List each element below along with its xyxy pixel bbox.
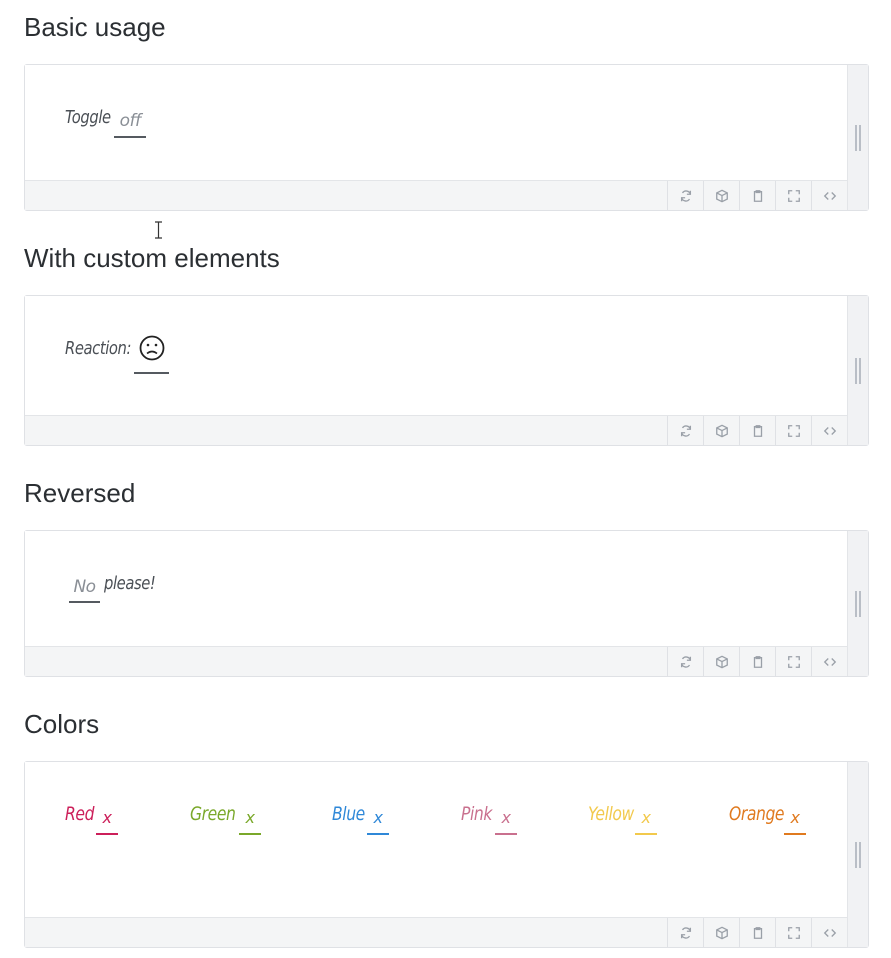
refresh-icon bbox=[680, 926, 691, 939]
refresh-icon bbox=[680, 189, 691, 202]
grip-icon bbox=[855, 125, 861, 151]
copy-button[interactable] bbox=[739, 918, 775, 947]
color-label-blue: Blue bbox=[332, 803, 365, 825]
color-label-pink: Pink bbox=[461, 803, 492, 825]
demo-toolbar bbox=[25, 180, 847, 210]
resize-handle[interactable] bbox=[847, 531, 868, 676]
demo-basic-usage: Toggle off bbox=[24, 64, 869, 211]
resize-handle[interactable] bbox=[847, 296, 868, 445]
code-button[interactable] bbox=[811, 647, 847, 676]
demo-toolbar bbox=[25, 415, 847, 445]
refresh-button[interactable] bbox=[667, 181, 703, 210]
demo-custom-elements: Reaction: bbox=[24, 295, 869, 446]
refresh-icon bbox=[680, 424, 691, 437]
text-cursor-icon bbox=[155, 221, 162, 239]
fullscreen-icon bbox=[787, 189, 800, 202]
package-icon bbox=[715, 189, 728, 202]
resize-handle[interactable] bbox=[847, 762, 868, 947]
section-title-colors: Colors bbox=[24, 709, 100, 739]
color-toggle-pink[interactable]: x bbox=[495, 806, 517, 835]
color-toggle-green[interactable]: x bbox=[239, 806, 261, 835]
package-button[interactable] bbox=[703, 918, 739, 947]
demo-canvas: No please! bbox=[25, 531, 847, 646]
color-label-green: Green bbox=[190, 803, 236, 825]
resize-handle[interactable] bbox=[847, 65, 868, 210]
copy-button[interactable] bbox=[739, 416, 775, 445]
fullscreen-icon bbox=[787, 424, 800, 437]
reaction-toggle[interactable] bbox=[134, 334, 169, 374]
clipboard-icon bbox=[753, 189, 762, 202]
package-button[interactable] bbox=[703, 647, 739, 676]
color-toggle-blue[interactable]: x bbox=[367, 806, 389, 835]
grip-icon bbox=[855, 358, 861, 384]
grip-icon bbox=[855, 591, 861, 617]
color-label-red: Red bbox=[65, 803, 95, 825]
clipboard-icon bbox=[753, 424, 762, 437]
color-label-orange: Orange bbox=[729, 803, 785, 825]
fullscreen-icon bbox=[787, 926, 800, 939]
code-icon bbox=[823, 657, 836, 666]
copy-button[interactable] bbox=[739, 181, 775, 210]
toggle-off[interactable]: off bbox=[114, 110, 146, 138]
fullscreen-button[interactable] bbox=[775, 181, 811, 210]
refresh-icon bbox=[680, 655, 691, 668]
code-icon bbox=[823, 928, 836, 937]
copy-button[interactable] bbox=[739, 647, 775, 676]
color-label-yellow: Yellow bbox=[588, 803, 634, 825]
frown-face-icon bbox=[139, 335, 164, 361]
fullscreen-button[interactable] bbox=[775, 647, 811, 676]
color-toggle-red[interactable]: x bbox=[96, 806, 118, 835]
code-button[interactable] bbox=[811, 181, 847, 210]
package-button[interactable] bbox=[703, 416, 739, 445]
color-toggle-yellow[interactable]: x bbox=[635, 806, 657, 835]
package-icon bbox=[715, 424, 728, 437]
demo-toolbar bbox=[25, 917, 847, 947]
demo-canvas: Toggle off bbox=[25, 65, 847, 180]
refresh-button[interactable] bbox=[667, 918, 703, 947]
section-title-reversed: Reversed bbox=[24, 478, 136, 508]
package-icon bbox=[715, 655, 728, 668]
demo-toolbar bbox=[25, 646, 847, 676]
toggle-no[interactable]: No bbox=[69, 575, 100, 603]
code-icon bbox=[823, 191, 836, 200]
demo-canvas: Red x Green x Blue x Pink x Yellow x Ora… bbox=[25, 762, 847, 917]
reaction-label: Reaction: bbox=[65, 338, 132, 359]
fullscreen-icon bbox=[787, 655, 800, 668]
clipboard-icon bbox=[753, 655, 762, 668]
toggle-label: Toggle bbox=[65, 107, 111, 128]
grip-icon bbox=[855, 842, 861, 868]
package-button[interactable] bbox=[703, 181, 739, 210]
color-toggle-orange[interactable]: x bbox=[784, 806, 806, 835]
code-icon bbox=[823, 426, 836, 435]
refresh-button[interactable] bbox=[667, 416, 703, 445]
demo-colors: Red x Green x Blue x Pink x Yellow x Ora… bbox=[24, 761, 869, 948]
code-button[interactable] bbox=[811, 416, 847, 445]
fullscreen-button[interactable] bbox=[775, 416, 811, 445]
please-label: please! bbox=[104, 573, 156, 594]
demo-canvas: Reaction: bbox=[25, 296, 847, 415]
demo-reversed: No please! bbox=[24, 530, 869, 677]
refresh-button[interactable] bbox=[667, 647, 703, 676]
section-title-basic-usage: Basic usage bbox=[24, 12, 166, 42]
section-title-custom-elements: With custom elements bbox=[24, 243, 280, 273]
code-button[interactable] bbox=[811, 918, 847, 947]
fullscreen-button[interactable] bbox=[775, 918, 811, 947]
package-icon bbox=[715, 926, 728, 939]
clipboard-icon bbox=[753, 926, 762, 939]
